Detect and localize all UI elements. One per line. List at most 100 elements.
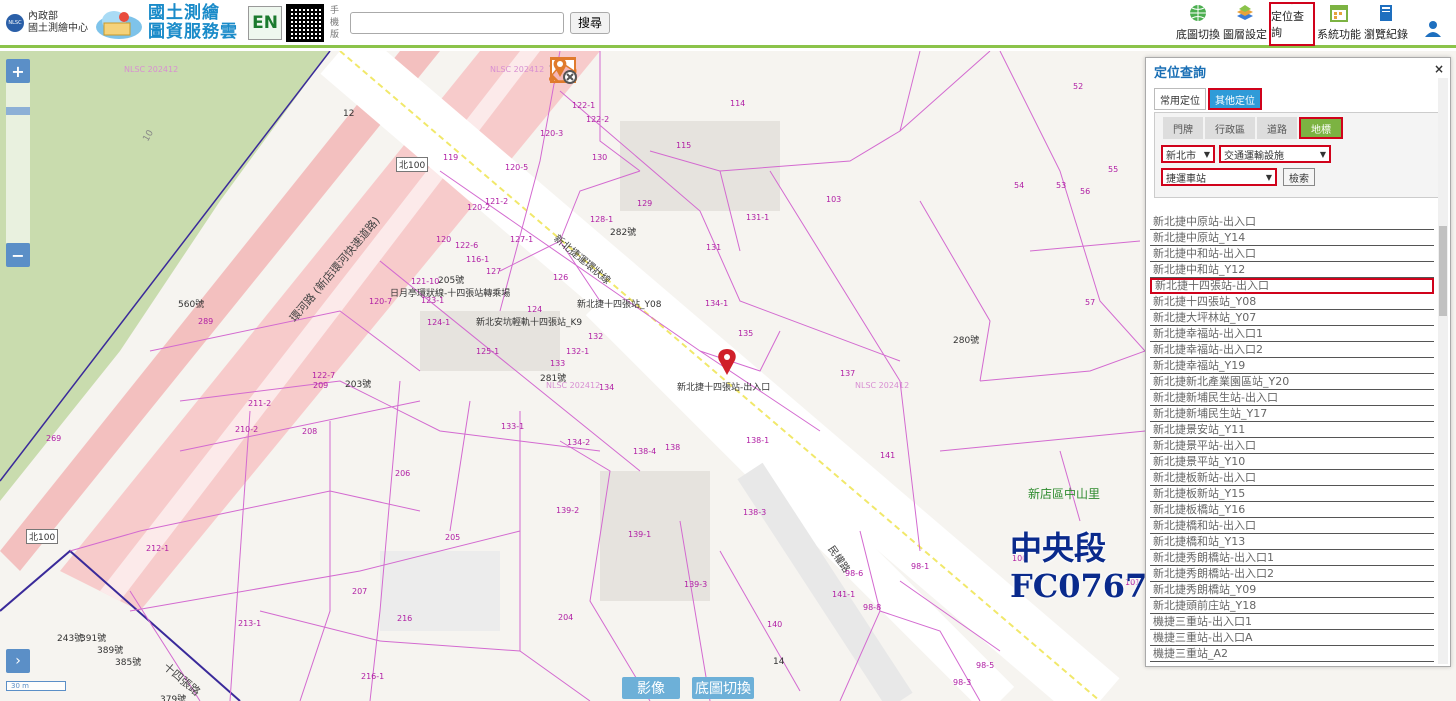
scrollbar-thumb[interactable] [1439, 226, 1447, 316]
result-item[interactable]: 新北捷中和站_Y12 [1150, 262, 1434, 278]
result-item[interactable]: 新北捷幸福站-出入口2 [1150, 342, 1434, 358]
tool-layer-settings[interactable]: 圖層設定 [1222, 2, 1268, 46]
result-scrollbar[interactable] [1438, 78, 1448, 664]
tab-other-locate[interactable]: 其他定位 [1208, 88, 1262, 110]
locate-query-panel: 定位查詢 × 常用定位 其他定位 門牌 行政區 道路 地標 新北市 ▼ 交通運輸設… [1145, 57, 1451, 667]
result-item[interactable]: 新北捷景安站_Y11 [1150, 422, 1434, 438]
map-watermark: NLSC 202412 [124, 65, 179, 74]
query-button[interactable]: 檢索 [1283, 168, 1315, 186]
land-section-label: 中央段 FC0767 [1010, 529, 1148, 605]
result-item[interactable]: 新北捷新埔民生站_Y17 [1150, 406, 1434, 422]
route-badge: 北100 [396, 157, 429, 172]
scale-bar: 30 m [6, 681, 66, 691]
calendar-icon [1330, 5, 1348, 22]
result-item[interactable]: 新北捷秀朗橋站-出入口1 [1150, 550, 1434, 566]
tab-district[interactable]: 行政區 [1205, 117, 1255, 139]
eraser-tool[interactable] [551, 55, 862, 89]
mobile-version-link[interactable]: 手機版 [330, 5, 340, 41]
result-item[interactable]: 新北捷景平站-出入口 [1150, 438, 1434, 454]
measure-distance-tool[interactable] [549, 55, 757, 89]
city-select[interactable]: 新北市 ▼ [1161, 145, 1215, 163]
close-icon[interactable]: × [1434, 62, 1444, 76]
zoom-slider[interactable] [6, 83, 30, 243]
locate-type-tabs: 常用定位 其他定位 [1154, 88, 1264, 110]
chevron-down-icon: ▼ [1319, 149, 1326, 159]
moi-brand[interactable]: NLSC 內政部 國土測繪中心 [6, 11, 88, 35]
result-item[interactable]: 新北捷幸福站-出入口1 [1150, 326, 1434, 342]
tool-browse-history[interactable]: 瀏覽紀錄 [1363, 2, 1409, 46]
result-item[interactable]: 新北捷新埔民生站-出入口 [1150, 390, 1434, 406]
result-item[interactable]: 新北捷橋和站_Y13 [1150, 534, 1434, 550]
result-item[interactable]: 新北捷新北產業園區站_Y20 [1150, 374, 1434, 390]
measure-area-tool[interactable] [549, 55, 792, 89]
cloud-map-logo-icon[interactable] [94, 5, 144, 41]
layers-icon [1237, 5, 1253, 20]
result-item[interactable]: 新北捷秀朗橋站-出入口2 [1150, 566, 1434, 582]
annotation-tool[interactable] [550, 55, 827, 89]
station-label-exit[interactable]: 新北捷十四張站-出入口 [677, 380, 770, 393]
tab-common-locate[interactable]: 常用定位 [1154, 88, 1206, 110]
top-header: NLSC 內政部 國土測繪中心 國土測繪 圖資服務雲 EN 手機版 搜尋 底圖切… [0, 0, 1456, 48]
category-select[interactable]: 交通運輸設施 ▼ [1219, 145, 1331, 163]
redo-view-tool[interactable] [550, 55, 687, 89]
zoom-out-button[interactable]: − [6, 243, 30, 267]
tab-landmark[interactable]: 地標 [1299, 117, 1343, 139]
result-item[interactable]: 新北捷中和站-出入口 [1150, 246, 1434, 262]
brand-title[interactable]: 國土測繪 圖資服務雲 [148, 3, 238, 42]
tool-system-functions[interactable]: 系統功能 [1316, 2, 1362, 46]
zoom-slider-handle[interactable] [6, 107, 30, 115]
result-item[interactable]: 新北捷中原站_Y14 [1150, 230, 1434, 246]
clear-pin-icon [553, 58, 577, 84]
tool-user[interactable] [1410, 2, 1456, 46]
result-item[interactable]: 新北捷中原站-出入口 [1150, 214, 1434, 230]
pan-tool[interactable] [552, 55, 722, 89]
result-item[interactable]: 新北捷橋和站-出入口 [1150, 518, 1434, 534]
globe-icon [1190, 5, 1206, 21]
undo-view-tool[interactable] [550, 55, 652, 89]
result-item[interactable]: 機捷三重站_A2 [1150, 646, 1434, 662]
subcategory-select[interactable]: 捷運車站 ▼ [1161, 168, 1277, 186]
english-button[interactable]: EN [248, 5, 282, 40]
result-item[interactable]: 新北捷大坪林站_Y07 [1150, 310, 1434, 326]
result-item[interactable]: 新北捷板橋站_Y16 [1150, 502, 1434, 518]
result-item[interactable]: 新北捷板新站-出入口 [1150, 470, 1434, 486]
image-layer-button[interactable]: 影像 [622, 677, 680, 699]
panel-title: 定位查詢 [1154, 66, 1207, 81]
zoom-in-button[interactable]: + [6, 59, 30, 83]
route-badge: 北100 [26, 529, 59, 544]
station-label-k9[interactable]: 新北安坑輕軌十四張站_K9 [476, 315, 582, 328]
result-item[interactable]: 新北捷秀朗橋站_Y09 [1150, 582, 1434, 598]
clear-marker-tool[interactable] [553, 55, 897, 89]
moi-logo-icon: NLSC [6, 13, 24, 32]
place-label-riyue: 日月亭環狀線-十四張站轉乘場 [390, 289, 511, 299]
tool-basemap-switch[interactable]: 底圖切換 [1175, 2, 1221, 46]
station-label-y08[interactable]: 新北捷十四張站_Y08 [577, 297, 661, 310]
search-button[interactable]: 搜尋 [570, 11, 611, 34]
result-item[interactable]: 機捷三重站-出入口1 [1150, 614, 1434, 630]
other-locate-box: 門牌 行政區 道路 地標 新北市 ▼ 交通運輸設施 ▼ 捷運車站 ▼ 檢索 [1154, 112, 1446, 198]
tab-address[interactable]: 門牌 [1163, 117, 1203, 139]
result-item[interactable]: 機捷三重站-出入口A [1150, 630, 1434, 646]
result-item[interactable]: 新北捷幸福站_Y19 [1150, 358, 1434, 374]
result-item[interactable]: 新北捷十四張站-出入口 [1150, 278, 1434, 294]
user-icon [1425, 21, 1441, 37]
tool-locate-query[interactable]: 定位查詢 [1269, 2, 1315, 46]
building-3d-tool[interactable] [552, 55, 617, 89]
result-item[interactable]: 新北捷頭前庄站_Y18 [1150, 598, 1434, 614]
agency-line1: 內政部 [28, 10, 58, 22]
locate-icon [1291, 4, 1293, 5]
map-watermark: NLSC 202412 [855, 381, 910, 390]
result-item[interactable]: 新北捷板新站_Y15 [1150, 486, 1434, 502]
basemap-switch-button[interactable]: 底圖切換 [692, 677, 754, 699]
other-locate-tabs: 門牌 行政區 道路 地標 [1163, 117, 1345, 139]
village-label: 新店區中山里 [1028, 487, 1101, 501]
result-item[interactable]: 新北捷景平站_Y10 [1150, 454, 1434, 470]
expand-panel-button[interactable]: › [6, 649, 30, 673]
qr-code-icon[interactable] [286, 3, 324, 42]
chevron-down-icon: ▼ [1203, 149, 1210, 159]
chevron-down-icon: ▼ [1265, 172, 1272, 182]
search-input[interactable] [350, 11, 564, 34]
result-item[interactable]: 新北捷十四張站_Y08 [1150, 294, 1434, 310]
tab-road[interactable]: 道路 [1257, 117, 1297, 139]
book-icon [1380, 5, 1392, 21]
